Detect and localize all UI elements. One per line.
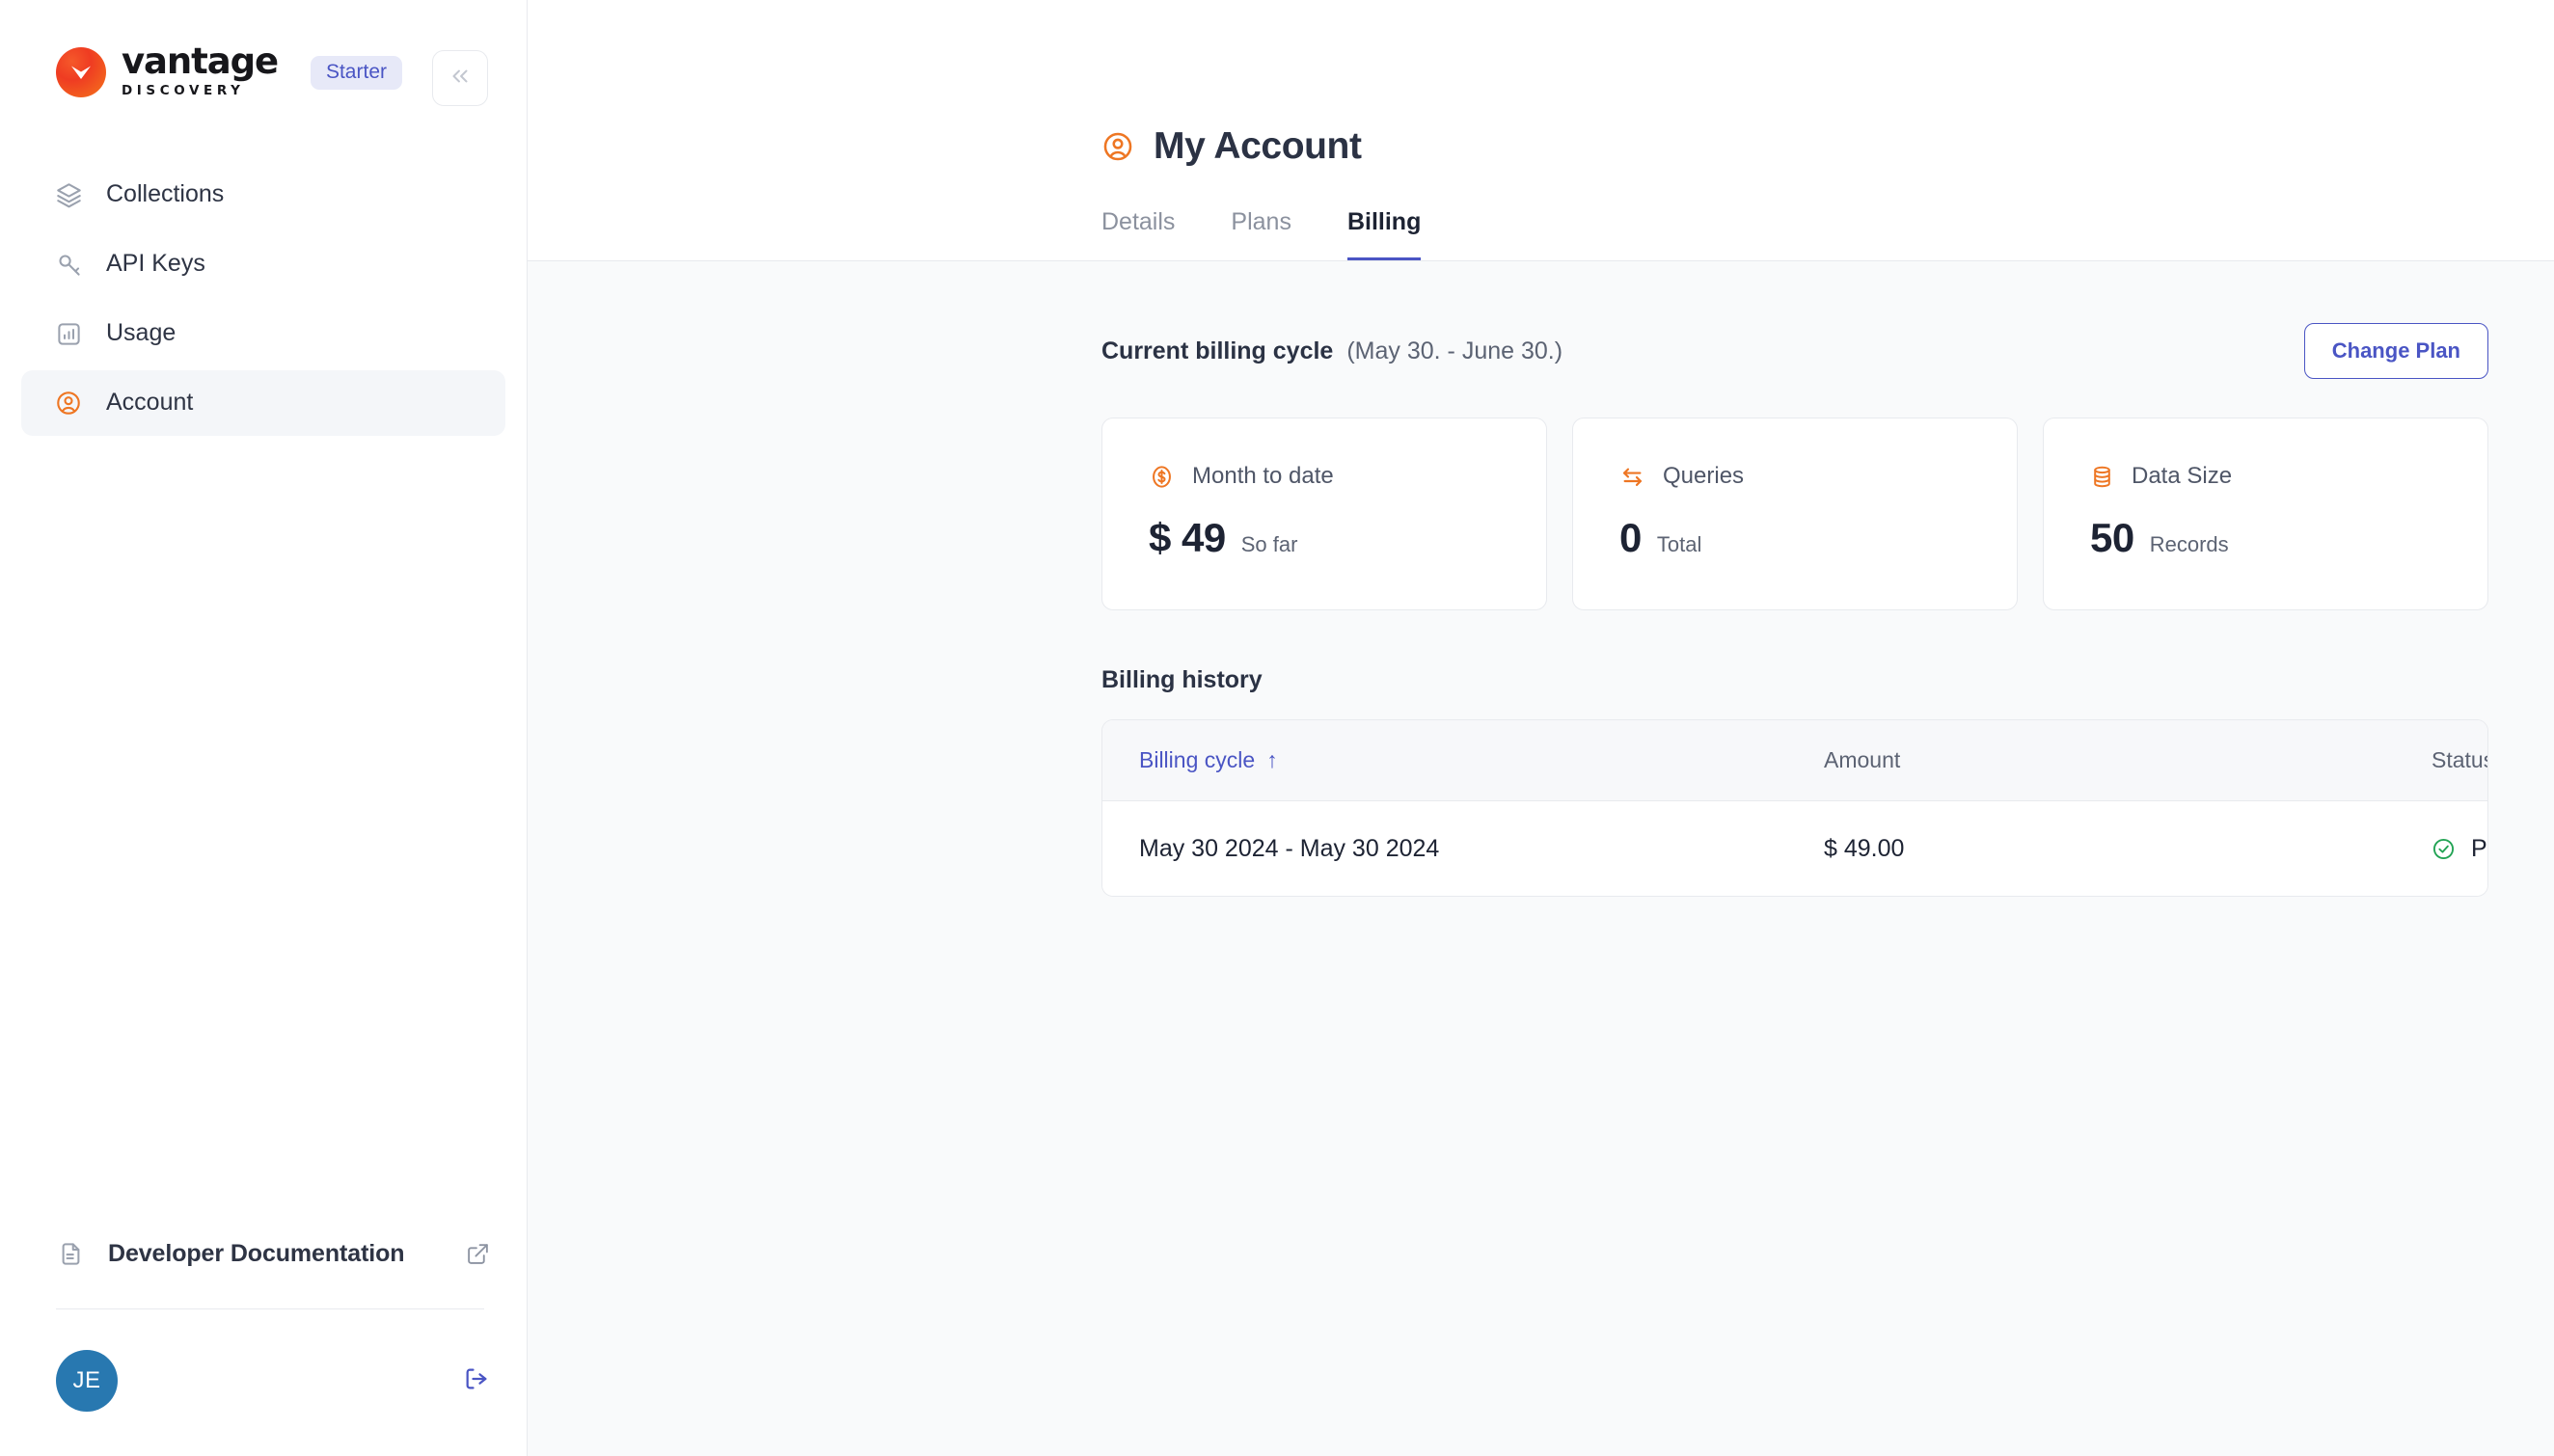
brand-subtitle: DISCOVERY (122, 82, 245, 98)
column-header-label: Billing cycle (1139, 747, 1256, 772)
key-icon (54, 250, 83, 279)
stat-value: 0 (1619, 515, 1642, 560)
stat-label: Data Size (2132, 463, 2233, 489)
stat-header: Queries (1619, 463, 1970, 490)
stat-value: 50 (2090, 515, 2134, 560)
stat-value-row: 50 Records (2090, 515, 2441, 561)
billing-cycle-title: Current billing cycle (1101, 337, 1334, 364)
sidebar-top: vantage DISCOVERY Starter Collections AP… (0, 0, 527, 440)
stat-unit: So far (1240, 532, 1298, 556)
sort-ascending-icon: ↑ (1266, 747, 1278, 772)
stat-header: Month to date (1149, 463, 1500, 490)
account-tabs: Details Plans Billing (528, 208, 2554, 261)
tab-details[interactable]: Details (1101, 208, 1175, 261)
check-circle-icon (2432, 837, 2456, 861)
column-header-billing-cycle[interactable]: Billing cycle ↑ (1139, 747, 1824, 773)
table-header-row: Billing cycle ↑ Amount Status Receipts (1102, 720, 2487, 801)
layers-icon (54, 180, 83, 209)
document-icon (56, 1239, 85, 1268)
sidebar-item-label: Account (106, 388, 194, 416)
stat-card-data-size: Data Size 50 Records (2043, 418, 2488, 610)
sidebar-footer: Developer Documentation JE (0, 1224, 527, 1456)
tabs-divider (528, 260, 2554, 261)
stat-card-queries: Queries 0 Total (1572, 418, 2018, 610)
sidebar-item-label: API Keys (106, 249, 205, 277)
page-title-row: My Account (1101, 125, 2554, 168)
stat-value: $ 49 (1149, 515, 1226, 560)
logout-icon (463, 1365, 490, 1397)
database-icon (2090, 464, 2114, 490)
user-circle-icon (54, 389, 83, 418)
chevrons-left-icon (448, 64, 473, 94)
stat-unit: Records (2149, 532, 2229, 556)
developer-documentation-link[interactable]: Developer Documentation (56, 1224, 490, 1283)
billing-cycle-header: Current billing cycle (May 30. - June 30… (1101, 323, 2488, 379)
logout-button[interactable] (463, 1365, 490, 1397)
page-title: My Account (1154, 125, 1362, 167)
cell-amount: $ 49.00 (1824, 834, 1905, 862)
billing-panel: Current billing cycle (May 30. - June 30… (528, 261, 2554, 1456)
stat-card-month-to-date: Month to date $ 49 So far (1101, 418, 1547, 610)
exchange-arrows-icon (1619, 464, 1645, 490)
table-row: May 30 2024 - May 30 2024 $ 49.00 Paid V… (1102, 801, 2487, 896)
billing-history-title: Billing history (1101, 666, 1263, 693)
sidebar-item-collections[interactable]: Collections (21, 162, 505, 228)
sidebar-user-row: JE (56, 1350, 490, 1412)
sidebar: vantage DISCOVERY Starter Collections AP… (0, 0, 528, 1456)
status-badge: Paid (2471, 834, 2487, 862)
billing-cycle-range: (May 30. - June 30.) (1346, 337, 1563, 364)
cell-status: Paid (2432, 834, 2487, 863)
page-header: My Account Details Plans Billing (528, 0, 2554, 261)
collapse-sidebar-button[interactable] (432, 50, 488, 106)
bar-chart-icon (54, 319, 83, 348)
stat-value-row: 0 Total (1619, 515, 1970, 561)
stat-unit: Total (1656, 532, 1702, 556)
brand-name: vantage (122, 40, 279, 82)
stat-label: Month to date (1192, 463, 1334, 489)
stat-header: Data Size (2090, 463, 2441, 490)
user-circle-icon (1101, 130, 1134, 163)
cell-billing-cycle: May 30 2024 - May 30 2024 (1139, 834, 1440, 862)
sidebar-item-api-keys[interactable]: API Keys (21, 231, 505, 297)
tab-billing[interactable]: Billing (1346, 208, 1422, 261)
stat-label: Queries (1663, 463, 1745, 489)
column-header-amount[interactable]: Amount (1824, 747, 2432, 773)
sidebar-item-account[interactable]: Account (21, 370, 505, 436)
billing-stats: Month to date $ 49 So far Queries 0 Tota… (1101, 418, 2488, 610)
sidebar-item-label: Collections (106, 179, 225, 207)
sidebar-item-label: Usage (106, 318, 177, 346)
change-plan-button[interactable]: Change Plan (2303, 323, 2488, 379)
billing-history-table: Billing cycle ↑ Amount Status Receipts M… (1101, 719, 2488, 897)
plan-badge: Starter (310, 55, 402, 90)
sidebar-divider (56, 1308, 484, 1309)
avatar[interactable]: JE (56, 1350, 118, 1412)
vantage-logo-icon (56, 47, 106, 97)
dollar-circle-icon (1149, 464, 1175, 490)
sidebar-item-usage[interactable]: Usage (21, 301, 505, 366)
external-link-icon (466, 1242, 490, 1266)
developer-documentation-label: Developer Documentation (108, 1239, 405, 1267)
stat-value-row: $ 49 So far (1149, 515, 1500, 561)
brand-wordmark: vantage DISCOVERY (122, 40, 279, 100)
tab-plans[interactable]: Plans (1231, 208, 1291, 261)
main-content: My Account Details Plans Billing Current… (528, 0, 2554, 1456)
column-header-status[interactable]: Status (2432, 747, 2487, 773)
app-root: vantage DISCOVERY Starter Collections AP… (0, 0, 2554, 1456)
sidebar-nav: Collections API Keys Usage Account (0, 162, 527, 440)
